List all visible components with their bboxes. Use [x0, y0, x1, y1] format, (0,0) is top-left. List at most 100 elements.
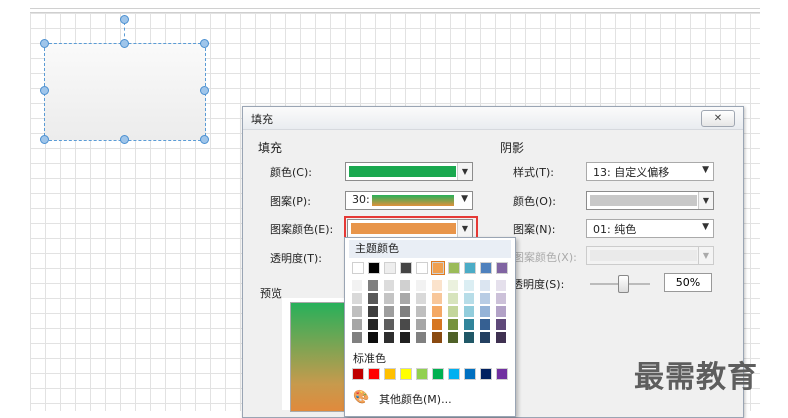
standard-color-swatch[interactable] [384, 368, 396, 380]
more-colors-link[interactable]: 其他颜色(M)... [379, 391, 452, 407]
standard-colors-label: 标准色 [353, 352, 386, 365]
theme-shade-swatch[interactable] [480, 280, 490, 291]
resize-handle-right[interactable] [200, 86, 209, 95]
theme-shade-swatch[interactable] [448, 293, 458, 304]
standard-color-swatch[interactable] [464, 368, 476, 380]
theme-shade-swatch[interactable] [496, 280, 506, 291]
theme-shade-swatch[interactable] [384, 306, 394, 317]
shadow-color-swatch [590, 195, 697, 206]
standard-color-swatch[interactable] [368, 368, 380, 380]
theme-shade-swatch[interactable] [368, 293, 378, 304]
shadow-group-label: 阴影 [500, 141, 525, 155]
shadow-style-select[interactable]: 13: 自定义偏移 ▼ [586, 162, 714, 181]
theme-shade-swatch[interactable] [384, 332, 394, 343]
theme-shade-swatch[interactable] [496, 319, 506, 330]
theme-shade-swatch[interactable] [464, 332, 474, 343]
theme-colors-label: 主题颜色 [349, 240, 511, 258]
theme-shade-swatch[interactable] [352, 319, 362, 330]
theme-shade-swatch[interactable] [448, 280, 458, 291]
shadow-pattern-value: 01: 纯色 [593, 223, 637, 236]
theme-shade-swatch[interactable] [416, 280, 426, 291]
transparency-value-input[interactable]: 50% [664, 273, 712, 292]
selected-rectangle-shape[interactable] [44, 43, 206, 141]
shadow-color-select[interactable]: ▼ [586, 191, 714, 210]
theme-color-swatch[interactable] [480, 262, 492, 274]
theme-color-swatch[interactable] [448, 262, 460, 274]
theme-shade-swatch[interactable] [400, 332, 410, 343]
theme-shade-swatch[interactable] [464, 293, 474, 304]
theme-color-swatch[interactable] [384, 262, 396, 274]
resize-handle-top[interactable] [120, 39, 129, 48]
resize-handle-top-right[interactable] [200, 39, 209, 48]
theme-shade-swatch[interactable] [432, 332, 442, 343]
theme-shade-swatch[interactable] [416, 293, 426, 304]
standard-color-swatch[interactable] [416, 368, 428, 380]
theme-shade-swatch[interactable] [384, 280, 394, 291]
standard-color-swatch[interactable] [352, 368, 364, 380]
close-button[interactable]: ✕ [701, 110, 735, 127]
standard-color-swatch[interactable] [400, 368, 412, 380]
theme-shade-swatch[interactable] [368, 319, 378, 330]
theme-shade-swatch[interactable] [352, 280, 362, 291]
resize-handle-bottom[interactable] [120, 135, 129, 144]
theme-shade-swatch[interactable] [480, 319, 490, 330]
transparency-slider-thumb[interactable] [618, 275, 629, 293]
theme-shade-swatch[interactable] [480, 332, 490, 343]
theme-color-swatch[interactable] [352, 262, 364, 274]
theme-shade-swatch[interactable] [368, 280, 378, 291]
theme-color-swatch[interactable] [431, 261, 445, 275]
shadow-pattern-color-select[interactable]: ▼ [586, 246, 714, 265]
theme-shade-swatch[interactable] [464, 319, 474, 330]
fill-pattern-select[interactable]: 30: ▼ [345, 191, 473, 210]
standard-color-swatch[interactable] [480, 368, 492, 380]
theme-shade-swatch[interactable] [400, 293, 410, 304]
fill-color-select[interactable]: ▼ [345, 162, 473, 181]
theme-shade-swatch[interactable] [496, 306, 506, 317]
resize-handle-bottom-right[interactable] [200, 135, 209, 144]
theme-shade-swatch[interactable] [400, 306, 410, 317]
theme-shade-swatch[interactable] [480, 306, 490, 317]
theme-color-swatch[interactable] [496, 262, 508, 274]
fill-pattern-color-label: 图案颜色(E): [270, 223, 334, 236]
chevron-down-icon: ▼ [698, 192, 713, 209]
theme-color-swatch[interactable] [464, 262, 476, 274]
standard-color-swatch[interactable] [432, 368, 444, 380]
theme-shade-swatch[interactable] [464, 280, 474, 291]
standard-color-swatch[interactable] [496, 368, 508, 380]
theme-shade-swatch[interactable] [416, 319, 426, 330]
theme-shade-swatch[interactable] [384, 319, 394, 330]
shadow-pattern-select[interactable]: 01: 纯色 ▼ [586, 219, 714, 238]
theme-shade-swatch[interactable] [368, 332, 378, 343]
resize-handle-left[interactable] [40, 86, 49, 95]
theme-shade-swatch[interactable] [352, 306, 362, 317]
theme-shade-swatch[interactable] [496, 293, 506, 304]
theme-color-swatch[interactable] [400, 262, 412, 274]
theme-shade-swatch[interactable] [480, 293, 490, 304]
rotation-handle[interactable] [120, 15, 129, 24]
theme-shade-swatch[interactable] [496, 332, 506, 343]
theme-shade-swatch[interactable] [432, 319, 442, 330]
theme-shade-swatch[interactable] [368, 306, 378, 317]
theme-shade-swatch[interactable] [448, 332, 458, 343]
resize-handle-bottom-left[interactable] [40, 135, 49, 144]
theme-shade-swatch[interactable] [448, 306, 458, 317]
theme-shade-swatch[interactable] [384, 293, 394, 304]
theme-shade-swatch[interactable] [432, 306, 442, 317]
theme-shade-swatch[interactable] [432, 280, 442, 291]
standard-color-swatch[interactable] [448, 368, 460, 380]
theme-shade-swatch[interactable] [352, 332, 362, 343]
shadow-pattern-label: 图案(N): [513, 223, 556, 236]
theme-shade-swatch[interactable] [400, 280, 410, 291]
theme-shade-swatch[interactable] [416, 332, 426, 343]
resize-handle-top-left[interactable] [40, 39, 49, 48]
theme-shade-swatch[interactable] [352, 293, 362, 304]
theme-shade-swatch[interactable] [448, 319, 458, 330]
theme-color-swatch[interactable] [368, 262, 380, 274]
theme-shade-swatch[interactable] [464, 306, 474, 317]
theme-color-swatch[interactable] [416, 262, 428, 274]
theme-shade-swatch[interactable] [432, 293, 442, 304]
shadow-pattern-color-label: 图案颜色(X): [513, 251, 577, 264]
theme-shade-swatch[interactable] [416, 306, 426, 317]
shadow-style-label: 样式(T): [513, 166, 555, 179]
theme-shade-swatch[interactable] [400, 319, 410, 330]
